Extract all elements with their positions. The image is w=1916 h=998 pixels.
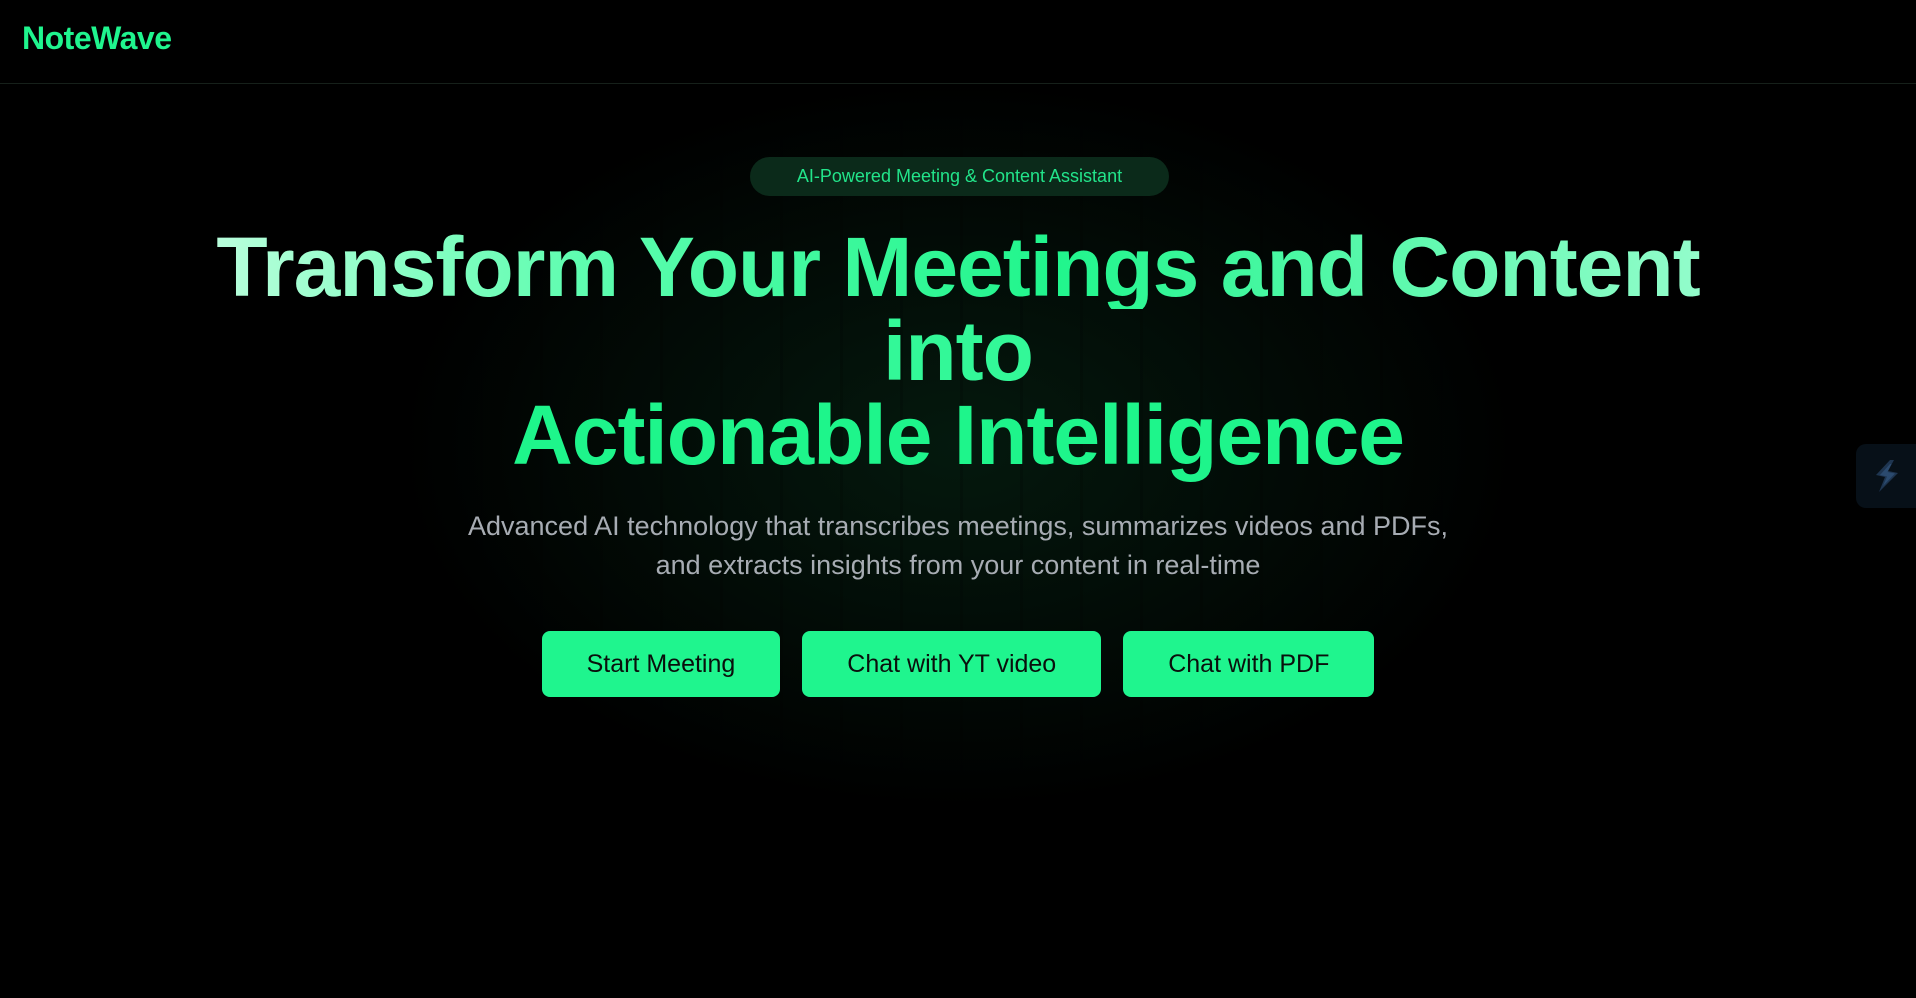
hero-headline: Transform Your Meetings and Content into…: [0, 225, 1916, 477]
chat-pdf-button[interactable]: Chat with PDF: [1123, 631, 1375, 697]
headline-line-1: Transform Your Meetings and Content: [0, 225, 1916, 309]
hero-badge: AI-Powered Meeting & Content Assistant: [750, 157, 1169, 196]
headline-line-3: Actionable Intelligence: [512, 388, 1405, 482]
hero-actions: Start Meeting Chat with YT video Chat wi…: [0, 631, 1916, 697]
top-navbar: NoteWave: [0, 0, 1916, 84]
headline-line-2: into: [883, 304, 1034, 398]
chat-yt-video-button[interactable]: Chat with YT video: [802, 631, 1102, 697]
brand-logo[interactable]: NoteWave: [22, 20, 172, 57]
bolt-icon: [1876, 460, 1898, 492]
hero-subtitle: Advanced AI technology that transcribes …: [468, 511, 1448, 580]
start-meeting-button[interactable]: Start Meeting: [541, 631, 781, 697]
floating-widget-button[interactable]: [1856, 444, 1916, 508]
